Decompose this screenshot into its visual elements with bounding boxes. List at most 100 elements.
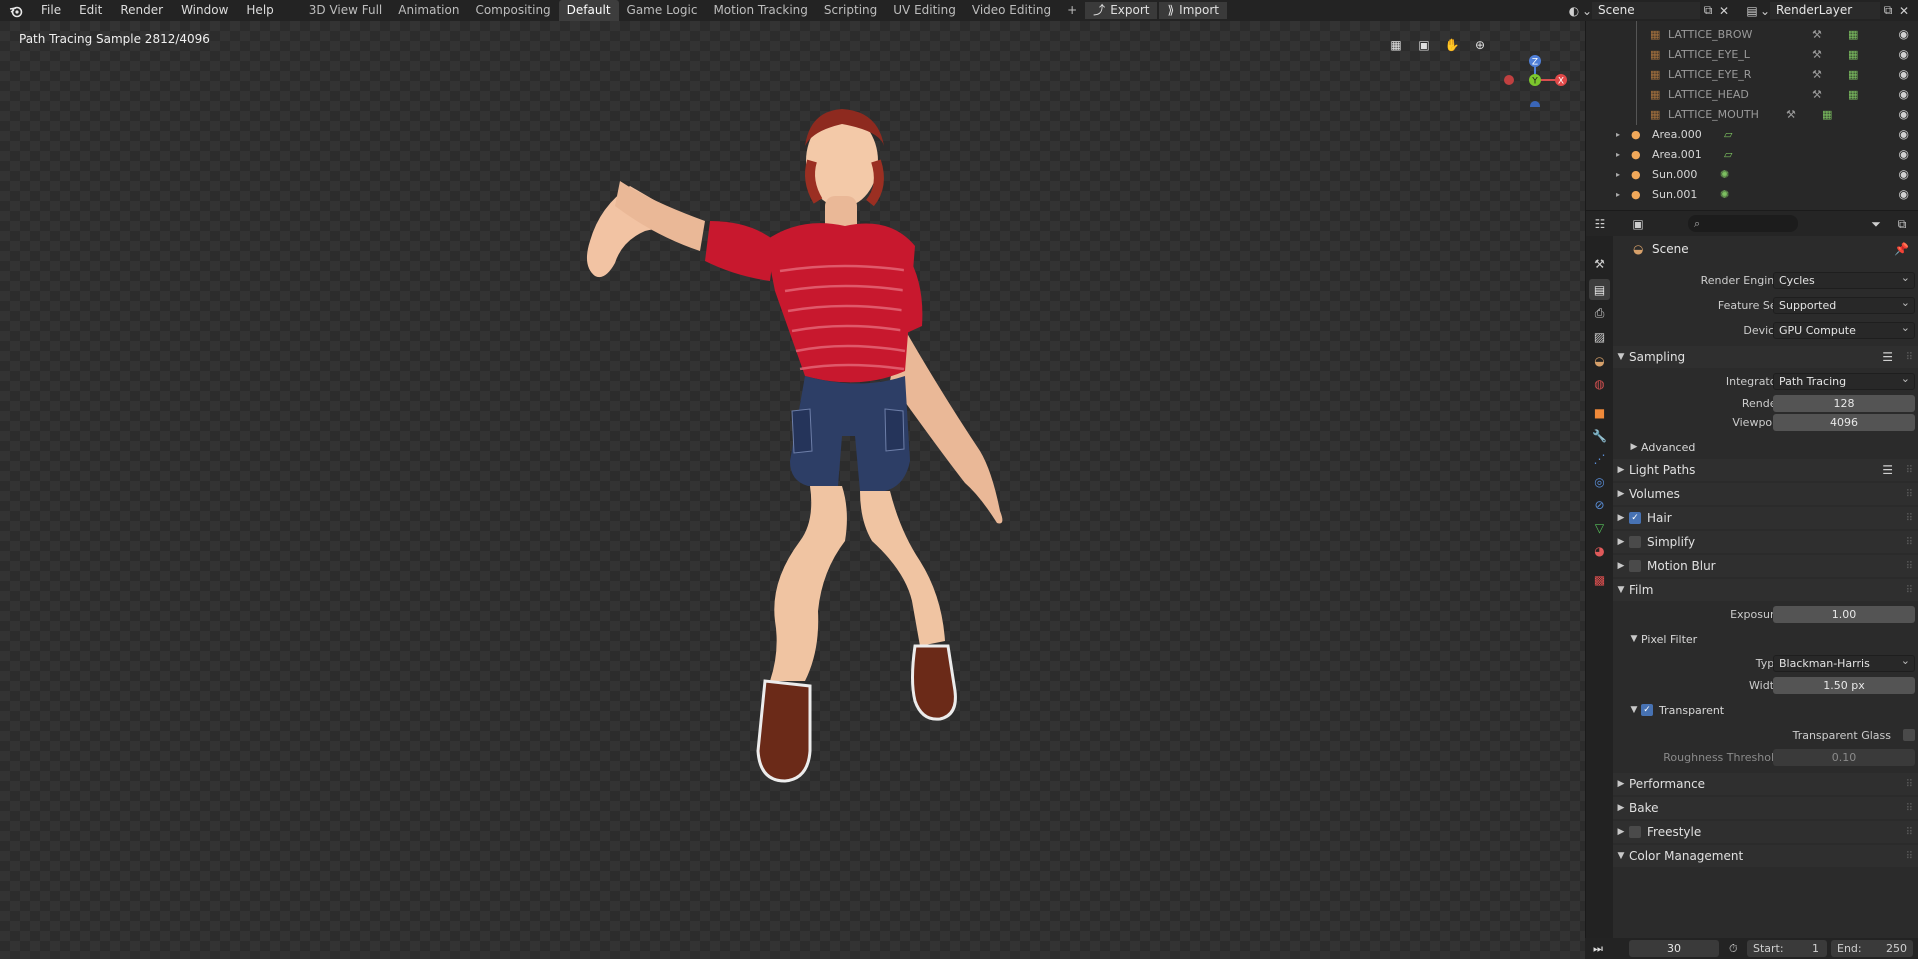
transparent-checkbox[interactable]: ✓ bbox=[1641, 704, 1653, 716]
scene-name-field[interactable]: Scene bbox=[1592, 2, 1700, 19]
expand-arrow-icon[interactable]: ▸ bbox=[1616, 130, 1620, 139]
volumes-panel-header[interactable]: ▶ Volumes ⠿ bbox=[1613, 483, 1918, 505]
visibility-eye-icon[interactable]: ◉ bbox=[1899, 67, 1909, 81]
particles-tab-icon[interactable]: ⋰ bbox=[1589, 448, 1610, 469]
hair-panel-header[interactable]: ▶ ✓ Hair ⠿ bbox=[1613, 507, 1918, 529]
drag-grip-icon[interactable]: ⠿ bbox=[1906, 585, 1913, 596]
exposure-field[interactable]: 1.00 bbox=[1773, 605, 1915, 623]
filter-type-select[interactable]: Blackman-Harris bbox=[1773, 653, 1915, 672]
render-engine-select[interactable]: Cycles bbox=[1773, 270, 1915, 289]
end-frame-field[interactable]: End: 250 bbox=[1831, 940, 1913, 957]
zoom-icon[interactable]: ⊕ bbox=[1469, 35, 1491, 55]
visibility-eye-icon[interactable]: ◉ bbox=[1899, 127, 1909, 141]
outliner-row-lattice-brow[interactable]: ▦ LATTICE_BROW ⚒ ▦ ◉ bbox=[1586, 24, 1918, 44]
expand-arrow-icon[interactable]: ▸ bbox=[1616, 170, 1620, 179]
tab-game-logic[interactable]: Game Logic bbox=[619, 0, 706, 21]
outliner-row-sun-001[interactable]: ▸ ● Sun.001 ✺ ◉ bbox=[1586, 184, 1918, 204]
visibility-eye-icon[interactable]: ◉ bbox=[1899, 187, 1909, 201]
render-tab-icon[interactable]: ▤ bbox=[1589, 279, 1610, 300]
filter-icon[interactable]: ⏷ bbox=[1868, 216, 1884, 232]
render-samples-field[interactable]: 128 bbox=[1773, 394, 1915, 412]
drag-grip-icon[interactable]: ⠿ bbox=[1906, 561, 1913, 572]
view-layer-icon[interactable]: ▤ bbox=[1744, 3, 1760, 19]
integrator-select[interactable]: Path Tracing bbox=[1773, 371, 1915, 390]
new-scene-icon[interactable]: ⧉ bbox=[1700, 3, 1716, 19]
menu-edit[interactable]: Edit bbox=[70, 0, 111, 21]
search-input[interactable]: ⌕ bbox=[1688, 215, 1798, 232]
gizmo-neg-z-axis[interactable] bbox=[1530, 101, 1540, 107]
visibility-eye-icon[interactable]: ◉ bbox=[1899, 47, 1909, 61]
new-collection-icon[interactable]: ⧉ bbox=[1894, 216, 1910, 232]
drag-grip-icon[interactable]: ⠿ bbox=[1906, 851, 1913, 862]
editor-type-icon[interactable]: ☷ bbox=[1592, 216, 1608, 232]
outliner-row-lattice-head[interactable]: ▦ LATTICE_HEAD ⚒ ▦ ◉ bbox=[1586, 84, 1918, 104]
new-view-layer-icon[interactable]: ⧉ bbox=[1880, 3, 1896, 19]
display-mode-icon[interactable]: ▣ bbox=[1630, 216, 1646, 232]
visibility-eye-icon[interactable]: ◉ bbox=[1899, 87, 1909, 101]
visibility-eye-icon[interactable]: ◉ bbox=[1899, 167, 1909, 181]
color-management-panel-header[interactable]: ▼ Color Management ⠿ bbox=[1613, 845, 1918, 867]
scene-dropdown-icon[interactable]: ⌄ bbox=[1582, 3, 1592, 19]
tab-motion-tracking[interactable]: Motion Tracking bbox=[705, 0, 815, 21]
freestyle-panel-header[interactable]: ▶ Freestyle ⠿ bbox=[1613, 821, 1918, 843]
drag-grip-icon[interactable]: ⠿ bbox=[1906, 537, 1913, 548]
3d-viewport[interactable]: Path Tracing Sample 2812/4096 ▦ ▣ ✋ ⊕ Z … bbox=[0, 21, 1585, 959]
light-paths-panel-header[interactable]: ▶ Light Paths ☰ ⠿ bbox=[1613, 459, 1918, 481]
menu-window[interactable]: Window bbox=[172, 0, 237, 21]
output-tab-icon[interactable]: ⎙ bbox=[1589, 303, 1610, 324]
gizmo-neg-x-axis[interactable] bbox=[1504, 75, 1514, 85]
pixel-filter-subpanel-header[interactable]: ▼ Pixel Filter bbox=[1627, 629, 1698, 649]
drag-grip-icon[interactable]: ⠿ bbox=[1906, 465, 1913, 476]
motion-blur-checkbox[interactable] bbox=[1629, 560, 1641, 572]
film-panel-header[interactable]: ▼ Film ⠿ bbox=[1613, 579, 1918, 601]
tab-3d-view-full[interactable]: 3D View Full bbox=[301, 0, 391, 21]
presets-list-icon[interactable]: ☰ bbox=[1882, 350, 1893, 364]
drag-grip-icon[interactable]: ⠿ bbox=[1906, 827, 1913, 838]
outliner-row-lattice-eye-l[interactable]: ▦ LATTICE_EYE_L ⚒ ▦ ◉ bbox=[1586, 44, 1918, 64]
scene-selector-icon[interactable]: ◐ bbox=[1566, 3, 1582, 19]
menu-render[interactable]: Render bbox=[111, 0, 172, 21]
transparent-glass-checkbox[interactable] bbox=[1903, 729, 1915, 741]
scene-tab-icon[interactable]: ◒ bbox=[1589, 350, 1610, 371]
view-layer-dropdown-icon[interactable]: ⌄ bbox=[1760, 3, 1770, 19]
outliner-row-area-001[interactable]: ▸ ● Area.001 ▱ ◉ bbox=[1586, 144, 1918, 164]
navigation-gizmo[interactable]: Z Y X bbox=[1495, 27, 1575, 107]
modifier-tab-icon[interactable]: 🔧 bbox=[1589, 425, 1610, 446]
drag-grip-icon[interactable]: ⠿ bbox=[1906, 803, 1913, 814]
delete-scene-icon[interactable]: ✕ bbox=[1716, 3, 1732, 19]
view-layer-tab-icon[interactable]: ▨ bbox=[1589, 326, 1610, 347]
object-tab-icon[interactable]: ■ bbox=[1589, 402, 1610, 423]
outliner-row-area-000[interactable]: ▸ ● Area.000 ▱ ◉ bbox=[1586, 124, 1918, 144]
visibility-eye-icon[interactable]: ◉ bbox=[1899, 27, 1909, 41]
drag-grip-icon[interactable]: ⠿ bbox=[1906, 489, 1913, 500]
outliner[interactable]: ▦ LATTICE_BROW ⚒ ▦ ◉ ▦ LATTICE_EYE_L ⚒ ▦… bbox=[1586, 21, 1918, 210]
performance-panel-header[interactable]: ▶ Performance ⠿ bbox=[1613, 773, 1918, 795]
tab-uv-editing[interactable]: UV Editing bbox=[885, 0, 964, 21]
pin-icon[interactable]: 📌 bbox=[1894, 242, 1909, 256]
visibility-eye-icon[interactable]: ◉ bbox=[1899, 147, 1909, 161]
bake-panel-header[interactable]: ▶ Bake ⠿ bbox=[1613, 797, 1918, 819]
drag-grip-icon[interactable]: ⠿ bbox=[1906, 513, 1913, 524]
jump-to-end-icon[interactable]: ⏭ bbox=[1593, 942, 1603, 956]
transparent-subpanel-header[interactable]: ▼ ✓ Transparent bbox=[1627, 700, 1725, 720]
tab-animation[interactable]: Animation bbox=[390, 0, 467, 21]
object-data-tab-icon[interactable]: ▽ bbox=[1589, 517, 1610, 538]
tab-default[interactable]: Default bbox=[558, 0, 619, 21]
tab-scripting[interactable]: Scripting bbox=[816, 0, 885, 21]
timer-icon[interactable]: ⏱ bbox=[1729, 942, 1738, 956]
device-select[interactable]: GPU Compute bbox=[1773, 320, 1915, 339]
tab-video-editing[interactable]: Video Editing bbox=[964, 0, 1059, 21]
menu-file[interactable]: File bbox=[32, 0, 70, 21]
expand-arrow-icon[interactable]: ▸ bbox=[1616, 150, 1620, 159]
start-frame-field[interactable]: Start: 1 bbox=[1747, 940, 1827, 957]
grid-icon[interactable]: ▦ bbox=[1385, 35, 1407, 55]
tool-tab-icon[interactable]: ⚒ bbox=[1589, 253, 1610, 274]
sampling-panel-header[interactable]: ▼ Sampling ☰ ⠿ bbox=[1613, 346, 1918, 368]
view-layer-field[interactable]: RenderLayer bbox=[1770, 2, 1880, 19]
freestyle-checkbox[interactable] bbox=[1629, 826, 1641, 838]
delete-view-layer-icon[interactable]: ✕ bbox=[1896, 3, 1912, 19]
roughness-threshold-field[interactable]: 0.10 bbox=[1773, 748, 1915, 766]
export-button[interactable]: ⤴ Export bbox=[1085, 2, 1158, 19]
material-tab-icon[interactable]: ◕ bbox=[1589, 540, 1610, 561]
hair-checkbox[interactable]: ✓ bbox=[1629, 512, 1641, 524]
